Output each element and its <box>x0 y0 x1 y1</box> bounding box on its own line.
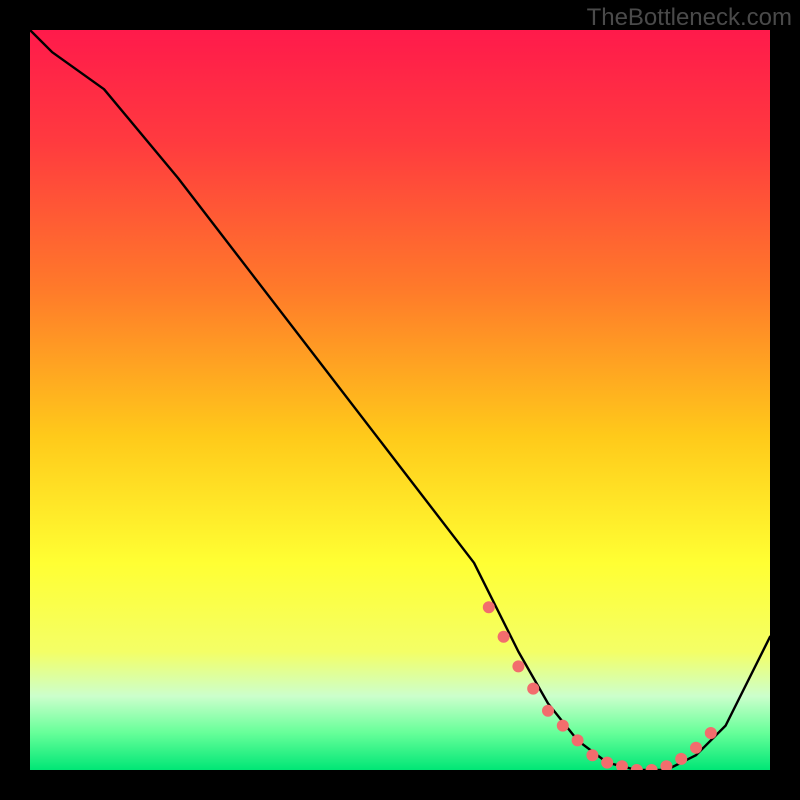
plot-area <box>30 30 770 770</box>
highlight-point <box>601 757 613 769</box>
highlight-point <box>512 660 524 672</box>
highlight-point <box>542 705 554 717</box>
highlight-point <box>483 601 495 613</box>
highlight-point <box>527 683 539 695</box>
highlight-point <box>675 753 687 765</box>
highlight-point <box>557 720 569 732</box>
watermark-text: TheBottleneck.com <box>587 4 792 32</box>
highlight-point <box>586 749 598 761</box>
highlight-point <box>498 631 510 643</box>
gradient-background <box>30 30 770 770</box>
chart-stage: TheBottleneck.com <box>0 0 800 800</box>
highlight-point <box>572 734 584 746</box>
plot-svg <box>30 30 770 770</box>
highlight-point <box>705 727 717 739</box>
highlight-point <box>690 742 702 754</box>
